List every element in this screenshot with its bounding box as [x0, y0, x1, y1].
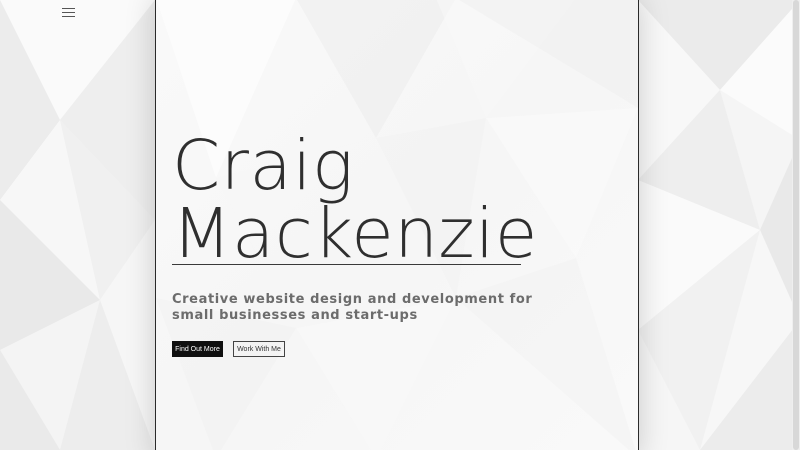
- hero-panel: Craig Mackenzie Creative website design …: [155, 0, 639, 450]
- menu-bar: [62, 16, 75, 17]
- work-with-me-button[interactable]: Work With Me: [233, 341, 285, 357]
- scrollbar-track[interactable]: [792, 0, 800, 450]
- title-divider: [172, 264, 521, 265]
- menu-bar: [62, 12, 75, 13]
- hero-title-first-name: Craig: [172, 126, 354, 206]
- hero-title: Craig Mackenzie: [172, 126, 538, 274]
- scrollbar-thumb[interactable]: [793, 0, 799, 450]
- hero-tagline: Creative website design and development …: [172, 292, 533, 323]
- menu-bar: [62, 8, 75, 9]
- hamburger-menu-icon[interactable]: [62, 7, 76, 18]
- hero-title-last-name: Mackenzie: [172, 194, 538, 274]
- find-out-more-button[interactable]: Find Out More: [172, 341, 223, 357]
